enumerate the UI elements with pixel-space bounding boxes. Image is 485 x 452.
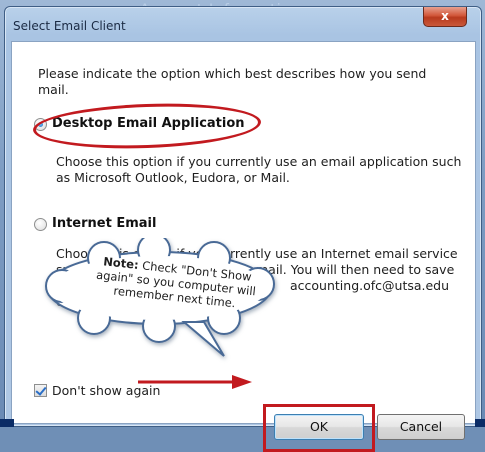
option-description-internet-email-line2-end: mail. You will then need to save: [256, 262, 455, 277]
annotation-ok-highlight: [263, 404, 375, 452]
title-bar[interactable]: Select Email Client x: [5, 7, 481, 41]
option-description-desktop-email: Choose this option if you currently use …: [56, 154, 462, 185]
close-button[interactable]: x: [423, 7, 467, 27]
option-label-internet-email[interactable]: Internet Email: [52, 216, 156, 231]
window-title: Select Email Client: [13, 19, 126, 33]
option-description-internet-email-line3-end: accounting.ofc@utsa.edu: [290, 278, 450, 293]
annotation-ellipse: [32, 100, 262, 152]
cancel-button[interactable]: Cancel: [377, 414, 465, 440]
radio-internet-email[interactable]: [34, 218, 47, 231]
prompt-text: Please indicate the option which best de…: [38, 66, 427, 97]
annotation-arrow-icon: [138, 375, 252, 389]
dont-show-again-checkbox[interactable]: [34, 384, 47, 397]
background-edge-right: [475, 419, 485, 427]
close-icon: x: [441, 9, 449, 23]
background-edge-left: [0, 419, 14, 427]
